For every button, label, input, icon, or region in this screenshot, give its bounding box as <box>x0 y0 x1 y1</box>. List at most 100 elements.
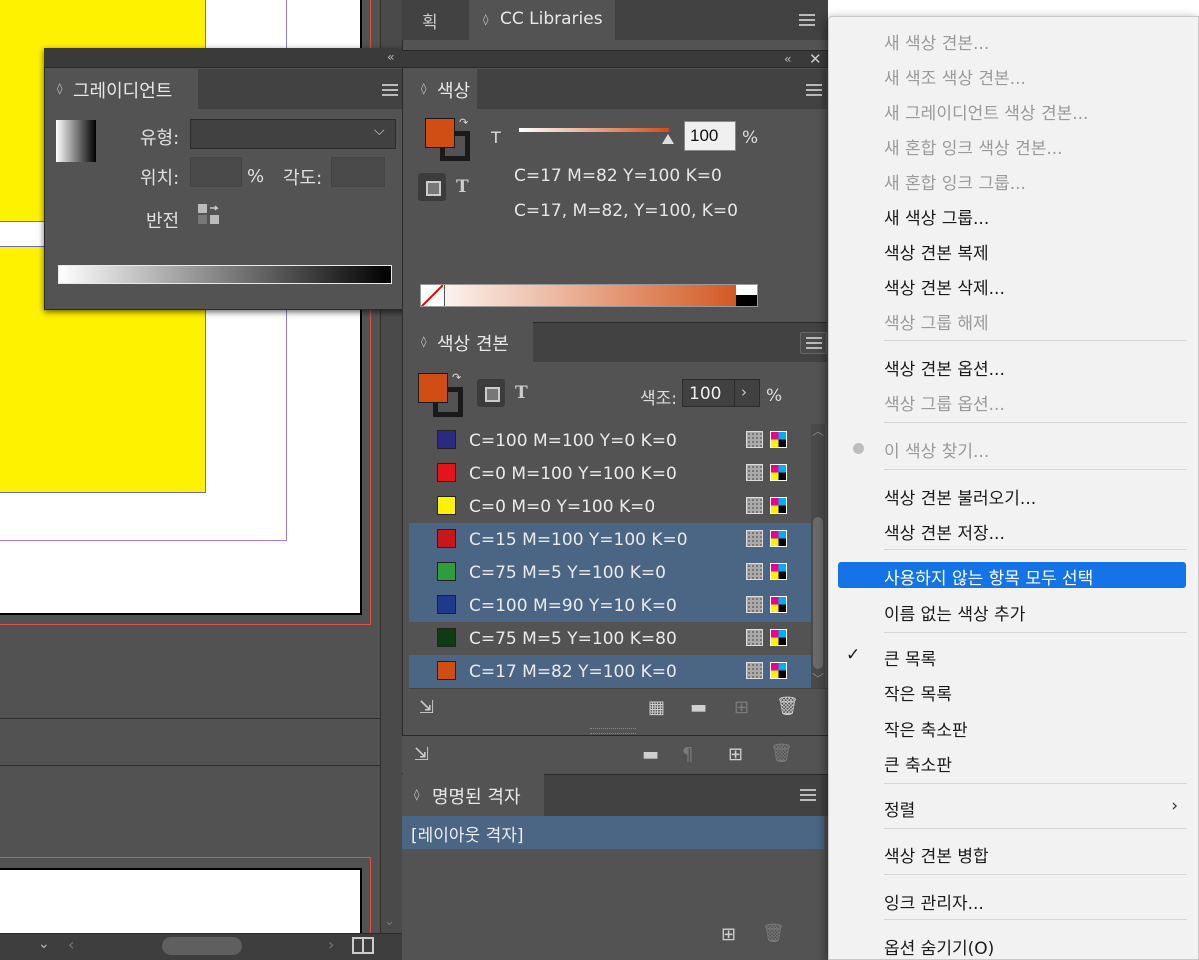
fill-box[interactable] <box>425 118 455 148</box>
angle-label: 각도: <box>283 168 323 189</box>
tab-label: 명명된 격자 <box>432 787 521 808</box>
swatch-row[interactable]: C=17 M=82 Y=100 K=0 <box>409 655 811 688</box>
menu-item[interactable]: 정렬 › <box>838 794 1186 821</box>
close-icon[interactable]: ✕ <box>809 50 822 68</box>
chevron-down-icon[interactable]: ⌵ <box>374 123 385 139</box>
black-color-swatch[interactable] <box>736 295 757 306</box>
color-ramp[interactable] <box>420 284 758 307</box>
gradient-type-dropdown[interactable] <box>190 119 396 149</box>
tab-cc-libraries[interactable]: ◊ CC Libraries <box>469 0 615 40</box>
new-swatch-icon[interactable]: ⊞ <box>734 697 749 718</box>
menu-item[interactable]: 새 색조 색상 견본... <box>838 62 1186 89</box>
new-grid-icon[interactable]: ⊞ <box>721 924 736 945</box>
swatch-row[interactable]: C=0 M=0 Y=100 K=0 <box>409 490 811 523</box>
fill-box[interactable] <box>418 373 448 403</box>
collapse-icon[interactable]: ‹‹ <box>784 52 791 66</box>
list-item[interactable]: [레이아웃 격자] <box>402 816 824 849</box>
menu-item[interactable]: 새 색상 견본... <box>838 27 1186 54</box>
tab-swatches[interactable]: ◊ 색상 견본 <box>409 322 533 362</box>
swatch-row[interactable]: C=0 M=100 Y=100 K=0 <box>409 457 811 490</box>
scroll-up-icon[interactable]: ︿ <box>812 422 824 439</box>
panel-menu-icon[interactable] <box>799 14 815 26</box>
menu-item[interactable]: 이름 없는 색상 추가 <box>838 598 1186 625</box>
panel-titlebar[interactable]: ‹‹ <box>44 48 406 68</box>
menu-item[interactable]: 새 혼합 잉크 그룹... <box>838 167 1186 194</box>
gradient-ramp[interactable] <box>58 265 392 284</box>
formatting-text-icon[interactable]: T <box>515 383 528 403</box>
delete-swatch-icon[interactable]: 🗑 <box>776 696 799 717</box>
menu-item[interactable]: 색상 견본 삭제... <box>838 272 1186 299</box>
panel-menu-button[interactable] <box>800 332 827 354</box>
delete-icon[interactable]: 🗑 <box>770 743 793 764</box>
position-input[interactable] <box>190 157 242 187</box>
swatch-row[interactable]: C=100 M=90 Y=10 K=0 <box>409 589 811 622</box>
show-swatch-kinds-icon[interactable]: ▦ <box>648 697 665 718</box>
menu-item[interactable]: 색상 그룹 옵션... <box>838 388 1186 415</box>
new-color-group-icon[interactable]: ▬ <box>690 697 707 718</box>
panel-menu-icon[interactable] <box>806 84 822 96</box>
menu-item[interactable]: 새 색상 그룹... <box>838 202 1186 229</box>
scroll-down-icon[interactable]: ﹀ <box>812 670 824 687</box>
formatting-container-icon[interactable] <box>477 379 505 407</box>
swatch-row[interactable]: C=75 M=5 Y=100 K=80 <box>409 622 811 655</box>
swatch-row[interactable]: C=15 M=100 Y=100 K=0 <box>409 523 811 556</box>
tab-color[interactable]: ◊ 색상 <box>409 69 477 109</box>
tab-gradient[interactable]: ◊ 그레이디언트 <box>45 69 198 109</box>
tint-combobox[interactable]: 100 › <box>682 379 760 407</box>
menu-item-label: 정렬 <box>884 801 916 821</box>
menu-item[interactable]: 색상 그룹 해제 <box>838 307 1186 334</box>
menu-item[interactable]: 옵션 숨기기(O) <box>838 932 1186 959</box>
panel-menu-icon[interactable] <box>800 789 816 801</box>
folder-icon[interactable]: ▬ <box>642 744 659 765</box>
tab-named-grids[interactable]: ◊ 명명된 격자 <box>402 774 544 816</box>
menu-item[interactable]: 색상 견본 옵션... <box>838 353 1186 380</box>
paragraph-icon[interactable]: ¶ <box>682 744 693 765</box>
formatting-text-icon[interactable]: T <box>456 177 469 197</box>
menu-item[interactable]: 색상 견본 불러오기... <box>838 482 1186 509</box>
none-color-swatch[interactable] <box>421 285 443 306</box>
scroll-left-icon[interactable]: ‹ <box>68 935 74 954</box>
tint-input[interactable] <box>684 121 736 151</box>
collapse-icon[interactable]: ‹‹ <box>387 50 394 64</box>
swatch-row[interactable]: C=100 M=100 Y=0 K=0 <box>409 424 811 457</box>
angle-input[interactable] <box>331 157 385 187</box>
horizontal-scroll-thumb[interactable] <box>162 937 242 955</box>
menu-item[interactable]: 사용하지 않는 항목 모두 선택 <box>838 562 1186 589</box>
menu-item[interactable]: 새 혼합 잉크 색상 견본... <box>838 132 1186 159</box>
menu-item[interactable]: 큰 축소판 <box>838 749 1186 776</box>
delete-icon[interactable]: 🗑 <box>762 923 785 944</box>
menu-item-label: 이름 없는 색상 추가 <box>884 605 1026 625</box>
menu-item[interactable]: 이 색상 찾기... <box>838 435 1186 462</box>
menu-item[interactable]: 잉크 관리자... <box>838 887 1186 914</box>
chevron-right-icon[interactable]: › <box>741 383 747 401</box>
chevron-down-icon[interactable]: ⌄ <box>38 936 50 952</box>
menu-item[interactable]: 색상 견본 저장... <box>838 517 1186 544</box>
menu-item[interactable]: ✓ 큰 목록 <box>838 643 1186 670</box>
swap-fill-stroke-icon[interactable]: ↷ <box>459 116 468 129</box>
document-page-2[interactable] <box>0 868 362 938</box>
reverse-gradient-icon[interactable] <box>196 201 222 227</box>
tint-slider-thumb[interactable] <box>662 134 674 144</box>
formatting-container-icon[interactable] <box>418 173 446 201</box>
tab-stroke[interactable]: 획 <box>402 0 468 40</box>
list-scroll-thumb[interactable] <box>813 517 823 669</box>
menu-item[interactable]: 색상 견본 복제 <box>838 237 1186 264</box>
swap-fill-stroke-icon[interactable]: ↷ <box>452 371 461 384</box>
menu-item[interactable]: 작은 축소판 <box>838 714 1186 741</box>
swatch-row[interactable]: C=75 M=5 Y=100 K=0 <box>409 556 811 589</box>
new-item-icon[interactable]: ⊞ <box>728 744 743 765</box>
menu-item[interactable]: 색상 견본 병합 <box>838 840 1186 867</box>
panel-resize-grip[interactable] <box>590 728 636 734</box>
place-cc-library-icon[interactable]: ⇲ <box>419 697 434 718</box>
white-color-swatch[interactable] <box>736 285 757 295</box>
scroll-down-icon[interactable]: ⌄ <box>384 914 398 929</box>
gradient-preview-swatch[interactable] <box>56 120 96 162</box>
split-view-icon[interactable] <box>352 937 374 954</box>
menu-item[interactable]: 작은 목록 <box>838 678 1186 705</box>
tint-slider[interactable] <box>519 128 669 132</box>
dock-titlebar[interactable]: ‹‹ ✕ <box>402 50 828 68</box>
menu-item[interactable]: 새 그레이디언트 색상 견본... <box>838 97 1186 124</box>
place-icon[interactable]: ⇲ <box>414 744 429 765</box>
panel-menu-icon[interactable] <box>382 84 398 96</box>
scroll-right-icon[interactable]: › <box>328 935 334 954</box>
